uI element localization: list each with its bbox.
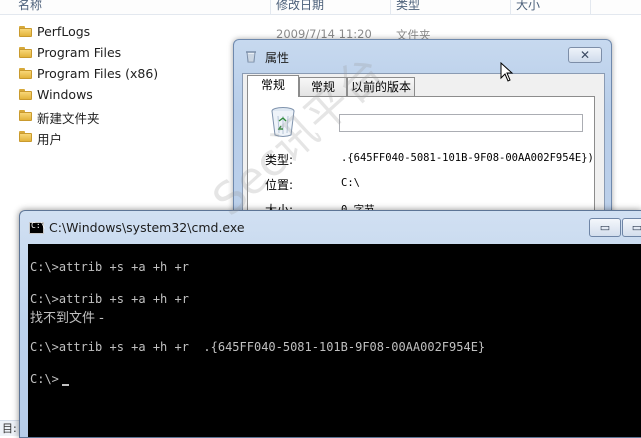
list-item[interactable]: Program Files (x86) bbox=[0, 64, 232, 85]
maximize-button[interactable]: ▭ bbox=[622, 218, 641, 237]
dialog-title: 属性 bbox=[265, 51, 290, 65]
console-line: C:\>attrib +s +a +h +r bbox=[30, 260, 189, 274]
file-name: Program Files (x86) bbox=[37, 66, 159, 81]
column-divider bbox=[390, 0, 391, 14]
list-item[interactable]: PerfLogs bbox=[0, 22, 232, 43]
file-list: PerfLogs Program Files Program Files (x8… bbox=[0, 22, 232, 148]
list-item[interactable]: 用户 bbox=[0, 127, 232, 148]
column-header: 名称 修改日期 类型 大小 bbox=[0, 0, 641, 15]
tab-previous-versions[interactable]: 以前的版本 bbox=[347, 77, 415, 96]
list-item[interactable]: Program Files bbox=[0, 43, 232, 64]
console-line: C:\>attrib +s +a +h +r bbox=[30, 292, 189, 306]
type-label: 类型: bbox=[265, 153, 294, 167]
column-divider bbox=[270, 0, 271, 14]
cmd-window[interactable]: C:\ C:\Windows\system32\cmd.exe ▭ ▭ C:\>… bbox=[19, 210, 641, 438]
column-type[interactable]: 类型 bbox=[392, 0, 420, 14]
console-line: C:\>attrib +s +a +h +r .{645FF040-5081-1… bbox=[30, 340, 486, 354]
file-name: PerfLogs bbox=[37, 24, 91, 39]
location-label: 位置: bbox=[265, 178, 294, 192]
console-icon: C:\ bbox=[29, 221, 46, 234]
name-field[interactable] bbox=[339, 114, 583, 132]
text-cursor bbox=[62, 384, 69, 386]
column-size[interactable]: 大小 bbox=[512, 0, 540, 14]
folder-icon bbox=[19, 26, 32, 37]
close-icon: ✕ bbox=[579, 48, 591, 62]
minimize-button[interactable]: ▭ bbox=[589, 218, 621, 237]
console-prompt: C:\> bbox=[30, 372, 59, 386]
maximize-icon: ▭ bbox=[623, 219, 641, 236]
recycle-bin-icon bbox=[246, 51, 256, 63]
console-output[interactable]: C:\>attrib +s +a +h +r C:\>attrib +s +a … bbox=[28, 244, 641, 437]
close-button[interactable]: ✕ bbox=[568, 47, 602, 63]
file-name: 新建文件夹 bbox=[37, 111, 100, 126]
location-value: C:\ bbox=[341, 177, 360, 189]
column-divider bbox=[510, 0, 511, 14]
console-icon-text: C:\ bbox=[31, 221, 46, 230]
column-divider bbox=[590, 0, 591, 14]
window-title: C:\Windows\system32\cmd.exe bbox=[49, 220, 245, 235]
file-name: Program Files bbox=[37, 45, 122, 60]
dialog-body: 常规 常规 以前的版本 类型: .{645FF040-5081-101B-9F0… bbox=[242, 73, 605, 220]
column-date-modified[interactable]: 修改日期 bbox=[272, 0, 324, 14]
list-item[interactable]: 新建文件夹 bbox=[0, 106, 232, 127]
minimize-icon: ▭ bbox=[599, 221, 611, 234]
mouse-cursor-icon bbox=[500, 62, 514, 82]
file-name: Windows bbox=[37, 87, 93, 102]
folder-icon bbox=[19, 47, 32, 58]
folder-icon bbox=[19, 89, 32, 100]
folder-icon bbox=[19, 110, 32, 121]
tab-general-2[interactable]: 常规 bbox=[299, 77, 347, 96]
folder-icon bbox=[19, 68, 32, 79]
recycle-bin-icon bbox=[271, 107, 295, 137]
column-name[interactable]: 名称 bbox=[14, 0, 42, 14]
tab-panel-general: 类型: .{645FF040-5081-101B-9F08-00AA002F95… bbox=[247, 96, 595, 220]
file-name: 用户 bbox=[37, 132, 63, 147]
tab-general[interactable]: 常规 bbox=[247, 75, 299, 97]
list-item[interactable]: Windows bbox=[0, 85, 232, 106]
type-value: .{645FF040-5081-101B-9F08-00AA002F954E}) bbox=[341, 152, 594, 164]
folder-icon bbox=[19, 131, 32, 142]
console-line: 找不到文件 - bbox=[30, 311, 104, 326]
properties-dialog[interactable]: 属性 ✕ 常规 常规 以前的版本 类型: .{645FF040-5081-101… bbox=[233, 39, 612, 221]
